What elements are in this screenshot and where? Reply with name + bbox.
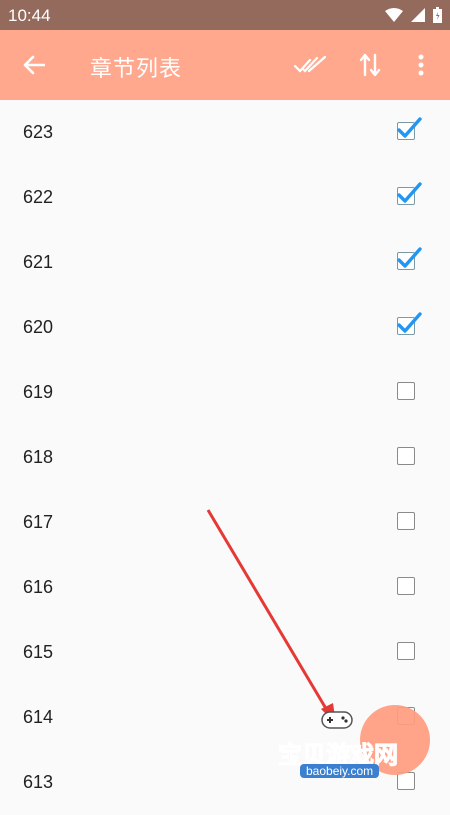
app-bar: 章节列表 — [0, 30, 450, 100]
chapter-label: 614 — [23, 707, 54, 727]
checkmark-icon — [397, 312, 422, 333]
chapter-row[interactable]: 621 — [0, 230, 450, 295]
chapter-checkbox[interactable] — [397, 182, 422, 205]
chapter-label: 622 — [23, 187, 54, 207]
status-icons — [385, 7, 442, 23]
select-all-button[interactable] — [292, 47, 328, 83]
chapter-row[interactable]: 619 — [0, 360, 450, 425]
chapter-checkbox[interactable] — [397, 382, 415, 400]
arrow-left-icon — [23, 55, 45, 75]
floating-action-button[interactable] — [360, 705, 430, 775]
checkmark-icon — [397, 247, 422, 268]
chapter-row[interactable]: 622 — [0, 165, 450, 230]
chapter-label: 620 — [23, 317, 54, 337]
signal-icon — [411, 8, 425, 22]
chapter-row[interactable]: 623 — [0, 100, 450, 165]
chapter-label: 621 — [23, 252, 54, 272]
chapter-checkbox[interactable] — [397, 577, 415, 595]
chapter-label: 619 — [23, 382, 54, 402]
chapter-label: 616 — [23, 577, 54, 597]
chapter-row[interactable]: 617 — [0, 490, 450, 555]
wifi-icon — [385, 8, 403, 22]
more-button[interactable] — [403, 47, 439, 83]
swap-vertical-icon — [359, 53, 381, 77]
chapter-checkbox[interactable] — [397, 117, 422, 140]
checkmark-icon — [397, 182, 422, 203]
chapter-checkbox[interactable] — [397, 312, 422, 335]
chapter-label: 618 — [23, 447, 54, 467]
page-title: 章节列表 — [90, 56, 183, 81]
chapter-row[interactable]: 618 — [0, 425, 450, 490]
double-check-icon — [294, 56, 326, 73]
chapter-checkbox[interactable] — [397, 642, 415, 660]
checkmark-icon — [397, 117, 422, 138]
chapter-checkbox[interactable] — [397, 247, 422, 270]
chapter-row[interactable]: 615 — [0, 620, 450, 685]
chapter-row[interactable]: 620 — [0, 295, 450, 360]
battery-icon — [433, 7, 442, 23]
back-button[interactable] — [14, 47, 54, 83]
chapter-label: 613 — [23, 772, 54, 792]
more-vertical-icon — [418, 54, 424, 76]
chapter-checkbox[interactable] — [397, 772, 415, 790]
sort-button[interactable] — [352, 47, 388, 83]
status-bar: 10:44 — [0, 0, 450, 30]
chapter-label: 615 — [23, 642, 54, 662]
chapter-checkbox[interactable] — [397, 512, 415, 530]
chapter-label: 623 — [23, 122, 54, 142]
chapter-checkbox[interactable] — [397, 447, 415, 465]
chapter-label: 617 — [23, 512, 54, 532]
status-time: 10:44 — [8, 6, 51, 25]
chapter-row[interactable]: 616 — [0, 555, 450, 620]
